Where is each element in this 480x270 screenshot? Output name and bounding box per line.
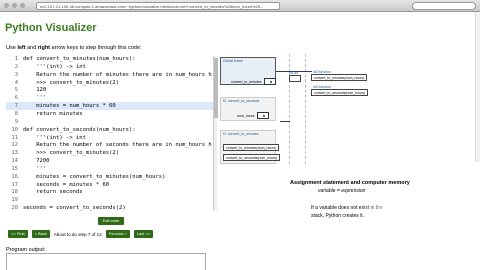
reference-pointer bbox=[256, 112, 269, 119]
code-line: 6 ''' bbox=[6, 94, 216, 102]
line-number: 14 bbox=[11, 158, 18, 165]
code-line: 16 minutes = convert_to_minutes(num_hour… bbox=[6, 173, 216, 181]
global-frame: Global frame convert_to_minutes bbox=[220, 57, 276, 85]
step-status: About to do step 7 of 12 bbox=[53, 231, 102, 237]
browser-search-input[interactable] bbox=[412, 2, 476, 10]
overlay-subtitle: variable = expression bbox=[318, 188, 366, 194]
frame-variable: convert_to_minutes bbox=[231, 78, 276, 85]
code-text: def convert_to_minutes(num_hours): bbox=[23, 56, 136, 62]
page: Python Visualizer Use left and right arr… bbox=[0, 12, 480, 270]
code-line: 12 Return the number of seconds there ar… bbox=[6, 141, 216, 149]
code-text: Return the number of minutes there are i… bbox=[23, 71, 212, 78]
code-text: return seconds bbox=[23, 189, 83, 196]
line-number: 12 bbox=[11, 142, 18, 149]
program-output-box[interactable] bbox=[6, 253, 206, 270]
code-scrollbar[interactable] bbox=[213, 56, 218, 211]
code-line: 11 '''(int) -> int bbox=[6, 134, 216, 142]
code-line: 7 minutes = num_hours * 60 bbox=[6, 102, 216, 111]
line-number: 7 bbox=[14, 103, 18, 110]
code-text: return minutes bbox=[23, 110, 83, 117]
line-number: 1 bbox=[14, 56, 18, 62]
code-scrollbar-thumb[interactable] bbox=[214, 58, 218, 118]
code-text: 120 bbox=[23, 87, 47, 94]
code-text: Return the number of seconds there are i… bbox=[23, 142, 212, 149]
edit-code-button[interactable]: Edit code bbox=[98, 217, 124, 225]
line-number: 19 bbox=[11, 197, 18, 204]
code-panel: 1 def convert_to_minutes(num_hours): 2 '''… bbox=[6, 55, 216, 213]
line-number: 2 bbox=[14, 63, 18, 70]
code-line: 5 120 bbox=[6, 86, 216, 94]
code-line: 2 '''(int) -> int bbox=[6, 63, 216, 71]
reference-pointer bbox=[263, 78, 276, 85]
line-number: 13 bbox=[11, 150, 18, 157]
code-line: 13 >>> convert_to_minutes(2) bbox=[6, 149, 216, 157]
code-line: 8 return minutes bbox=[6, 110, 216, 118]
code-text: def convert_to_seconds(num_hours): bbox=[23, 126, 136, 133]
pointer-arrow bbox=[276, 71, 312, 72]
code-text: >>> convert_to_minutes(2) bbox=[23, 79, 120, 86]
instructions: Use left and right arrow keys to step th… bbox=[6, 45, 142, 51]
page-title: Python Visualizer bbox=[5, 22, 97, 34]
line-number: 10 bbox=[11, 126, 18, 133]
line-number: 18 bbox=[11, 189, 18, 196]
window-controls[interactable] bbox=[4, 3, 25, 8]
code-line: 3 Return the number of minutes there are… bbox=[6, 71, 216, 79]
frame-convert-to-minutes: f1: convert_to_minutes convert_to_minute… bbox=[220, 130, 281, 164]
heap-int-object bbox=[289, 75, 301, 82]
last-button[interactable]: Last >> bbox=[133, 230, 154, 238]
line-number: 11 bbox=[11, 134, 18, 141]
frame-title: Global frame bbox=[223, 59, 244, 63]
line-number: 3 bbox=[14, 71, 18, 78]
code-text: >>> convert_to_minutes(2) bbox=[23, 150, 120, 157]
code-line: 4 >>> convert_to_minutes(2) bbox=[6, 79, 216, 87]
step-navigation: << First < Back About to do step 7 of 12… bbox=[8, 230, 154, 238]
code-text: '''(int) -> int bbox=[23, 134, 86, 141]
first-button[interactable]: << First bbox=[8, 230, 28, 238]
line-number: 9 bbox=[14, 118, 18, 125]
frame-title: f1: convert_to_minutes bbox=[223, 132, 259, 136]
code-text: seconds = convert_to_seconds(2) bbox=[23, 205, 126, 212]
code-line: 20 seconds = convert_to_seconds(2) bbox=[6, 204, 216, 212]
code-line: 10 def convert_to_seconds(num_hours): bbox=[6, 126, 216, 134]
frame-title: f2: convert_to_seconds bbox=[223, 99, 260, 103]
pointer-arrow bbox=[280, 121, 290, 122]
frame-convert-to-seconds: f2: convert_to_seconds num_hours bbox=[220, 97, 276, 121]
forward-button[interactable]: Forward > bbox=[105, 230, 130, 238]
code-text: minutes = convert_to_minutes(num_hours) bbox=[23, 173, 166, 180]
code-text: seconds = minutes * 60 bbox=[23, 181, 110, 188]
line-number: 4 bbox=[14, 79, 18, 86]
code-text: ''' bbox=[23, 165, 47, 172]
code-line: 17 seconds = minutes * 60 bbox=[6, 181, 216, 189]
line-number: 20 bbox=[11, 205, 18, 212]
code-line: 14 7200 bbox=[6, 157, 216, 165]
code-line: 9 bbox=[6, 118, 216, 126]
line-number: 5 bbox=[14, 87, 18, 94]
line-number: 8 bbox=[14, 110, 18, 117]
heap-function-object: convert_to_seconds(num_hours) bbox=[311, 89, 369, 96]
frame-variable: convert_to_seconds(num_hours) bbox=[223, 154, 281, 161]
code-text: 7200 bbox=[23, 158, 50, 165]
heap-function-object: convert_to_minutes(num_hours) bbox=[311, 74, 368, 81]
frame-variable: convert_to_minutes(num_hours) bbox=[223, 144, 280, 151]
back-button[interactable]: < Back bbox=[31, 230, 50, 238]
code-line: 1 def convert_to_minutes(num_hours): bbox=[6, 55, 216, 63]
overlay-text: stack, Python creates it. bbox=[311, 213, 365, 219]
overlay-fade bbox=[360, 198, 420, 222]
line-number: 16 bbox=[11, 173, 18, 180]
overlay-title: Assignment statement and computer memory bbox=[290, 180, 410, 186]
code-line: 15 ''' bbox=[6, 165, 216, 173]
line-number: 15 bbox=[11, 165, 18, 172]
page-scrollbar[interactable] bbox=[475, 12, 480, 162]
browser-toolbar: ec2-107-21-106-48.compute-1.amazonaws.co… bbox=[0, 0, 480, 12]
code-line: 18 return seconds bbox=[6, 188, 216, 196]
code-text: minutes = num_hours * 60 bbox=[23, 103, 116, 110]
browser-window: ec2-107-21-106-48.compute-1.amazonaws.co… bbox=[0, 0, 480, 270]
url-bar[interactable]: ec2-107-21-106-48.compute-1.amazonaws.co… bbox=[36, 2, 280, 10]
code-text: '''(int) -> int bbox=[23, 63, 86, 70]
frame-variable: num_hours bbox=[237, 112, 269, 119]
line-number: 17 bbox=[11, 181, 18, 188]
line-number: 6 bbox=[14, 95, 18, 102]
code-line: 19 bbox=[6, 196, 216, 204]
code-text: ''' bbox=[23, 95, 47, 102]
